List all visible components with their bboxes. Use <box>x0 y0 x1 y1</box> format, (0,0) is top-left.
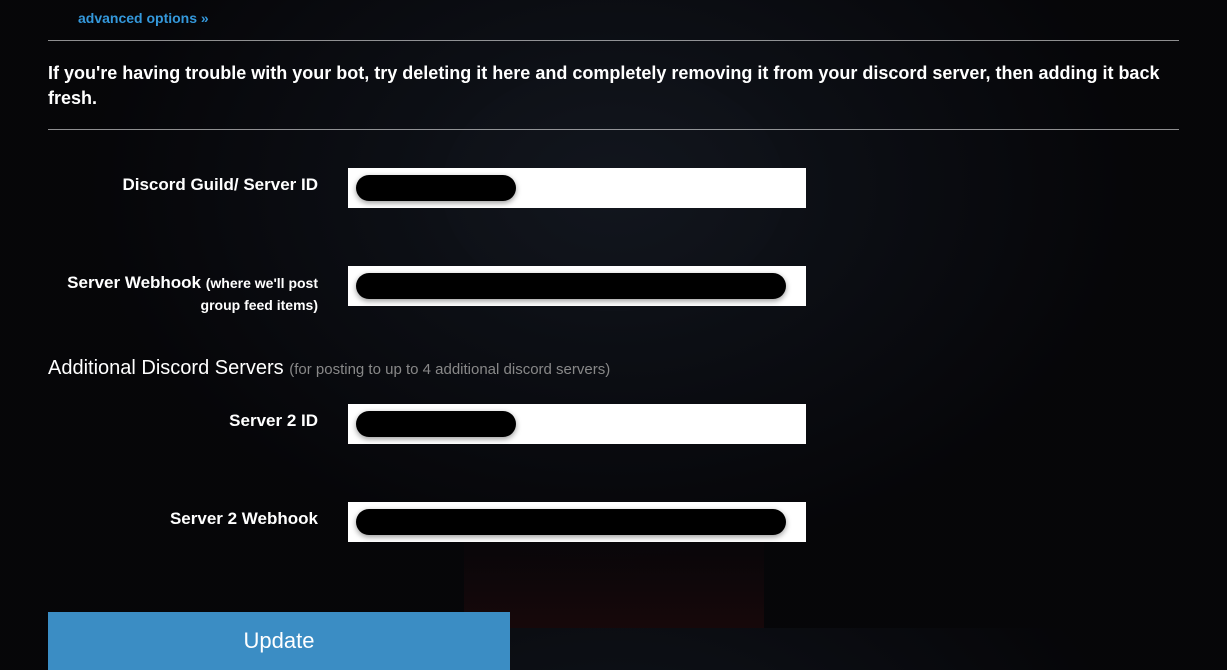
redacted-value <box>356 411 516 437</box>
update-button[interactable]: Update <box>48 612 510 670</box>
form-container: advanced options » If you're having trou… <box>0 0 1227 670</box>
help-text: If you're having trouble with your bot, … <box>48 61 1179 111</box>
row-server2-webhook: Server 2 Webhook <box>48 484 1179 542</box>
input-webhook[interactable] <box>348 266 806 306</box>
section-additional-servers: Additional Discord Servers (for posting … <box>48 357 1179 380</box>
row-webhook: Server Webhook (where we'll post group f… <box>48 248 1179 316</box>
label-webhook: Server Webhook (where we'll post group f… <box>48 266 348 316</box>
divider-top <box>48 40 1179 41</box>
redacted-value <box>356 273 786 299</box>
input-guild-id[interactable] <box>348 168 806 208</box>
label-webhook-sub: (where we'll post group feed items) <box>201 275 318 313</box>
label-server2-id: Server 2 ID <box>48 404 348 432</box>
label-webhook-main: Server Webhook <box>67 273 206 292</box>
label-guild-id: Discord Guild/ Server ID <box>48 168 348 196</box>
section-title-text: Additional Discord Servers <box>48 357 289 379</box>
row-server2-id: Server 2 ID <box>48 386 1179 444</box>
section-hint-text: (for posting to up to 4 additional disco… <box>289 361 610 378</box>
row-guild-id: Discord Guild/ Server ID <box>48 150 1179 208</box>
redacted-value <box>356 509 786 535</box>
redacted-value <box>356 175 516 201</box>
divider-after-help <box>48 129 1179 130</box>
input-server2-id[interactable] <box>348 404 806 444</box>
advanced-options-link[interactable]: advanced options » <box>48 10 209 26</box>
label-server2-webhook: Server 2 Webhook <box>48 502 348 530</box>
input-server2-webhook[interactable] <box>348 502 806 542</box>
